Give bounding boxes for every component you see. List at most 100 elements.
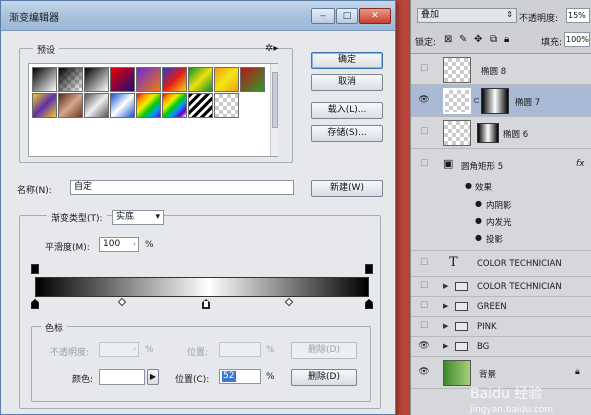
eye-icon[interactable]: 👁︎ xyxy=(415,95,433,105)
group-row[interactable]: 👁︎ ▶ BG xyxy=(411,337,591,357)
lock-all-icon[interactable]: 🔒︎ xyxy=(504,34,509,45)
expand-arrow-icon[interactable]: ▶ xyxy=(443,282,448,290)
folder-icon xyxy=(455,342,468,351)
group-row[interactable]: ☐ ▶ PINK xyxy=(411,317,591,337)
fx-icon[interactable]: fx xyxy=(576,159,585,169)
preset-swatch[interactable] xyxy=(162,67,187,92)
blend-mode-value: 叠加 xyxy=(421,10,440,20)
load-button[interactable]: 载入(L)... xyxy=(311,102,383,119)
minimize-icon[interactable]: ‒ xyxy=(311,8,335,24)
expand-arrow-icon[interactable]: ▶ xyxy=(443,302,448,310)
preset-swatch[interactable] xyxy=(136,67,161,92)
dialog-titlebar[interactable]: 渐变编辑器 ‒ □ ✕ xyxy=(1,1,395,31)
layer-row-with-effects[interactable]: ☐ ▣ 圆角矩形 5 fx ● 效果 ● 内阴影 ● 内发光 ● 投影 xyxy=(411,149,591,251)
eye-icon[interactable]: 👁︎ xyxy=(415,341,433,351)
eye-icon[interactable]: ● xyxy=(465,181,472,190)
link-icon: ⊂ xyxy=(473,96,480,105)
preset-swatch[interactable] xyxy=(32,67,57,92)
visibility-toggle[interactable]: ☐ xyxy=(415,127,433,137)
preset-swatch[interactable] xyxy=(84,67,109,92)
preset-swatch[interactable] xyxy=(136,93,161,118)
layer-name: BG xyxy=(477,342,490,352)
layer-row[interactable]: ☐ 椭圆 6 xyxy=(411,117,591,149)
fill-input[interactable]: 100% xyxy=(564,32,590,47)
preset-swatch[interactable] xyxy=(58,67,83,92)
expand-arrow-icon[interactable]: ▶ xyxy=(443,342,448,350)
preset-swatch[interactable] xyxy=(110,93,135,118)
stepper-arrow-icon[interactable]: › xyxy=(133,239,136,250)
preset-swatch[interactable] xyxy=(188,67,213,92)
eye-icon[interactable]: ● xyxy=(475,216,482,225)
smoothness-unit: % xyxy=(145,240,154,250)
preset-swatch[interactable] xyxy=(214,93,239,118)
location-c-input[interactable]: 52 xyxy=(219,369,261,384)
layer-thumbnail xyxy=(443,88,471,114)
delete-button-disabled[interactable]: 删除(D) xyxy=(291,342,357,359)
visibility-toggle[interactable]: ☐ xyxy=(415,321,433,331)
layers-panel: 叠加 ⇕ 不透明度: 15% 锁定: ⊠ ✎ ✥ ⧉ 🔒︎ 填充: 100% ☐… xyxy=(410,0,591,415)
preset-swatch[interactable] xyxy=(240,67,265,92)
location-input-disabled[interactable] xyxy=(219,342,261,357)
layer-name: PINK xyxy=(477,322,497,332)
opacity-stop-right[interactable] xyxy=(365,264,373,274)
folder-icon xyxy=(455,322,468,331)
watermark-url: jingyan.baidu.com xyxy=(470,405,554,415)
ok-button[interactable]: 确定 xyxy=(311,52,383,69)
color-label: 颜色: xyxy=(72,375,94,385)
dialog-title: 渐变编辑器 xyxy=(9,13,59,24)
location-c-label: 位置(C): xyxy=(175,375,210,385)
group-row[interactable]: ☐ ▶ COLOR TECHNICIAN xyxy=(411,277,591,297)
layer-row[interactable]: ☐ T COLOR TECHNICIAN xyxy=(411,251,591,277)
color-menu-arrow-icon[interactable]: ▶ xyxy=(147,369,159,385)
layer-row-selected[interactable]: 👁︎ ⊂ 椭圆 7 xyxy=(411,85,591,117)
layers-panel-options: 叠加 ⇕ 不透明度: 15% 锁定: ⊠ ✎ ✥ ⧉ 🔒︎ 填充: 100% xyxy=(411,0,591,54)
lock-move-icon[interactable]: ✥ xyxy=(474,34,482,45)
preset-swatch[interactable] xyxy=(214,67,239,92)
opacity-input[interactable]: › xyxy=(99,342,139,357)
opacity-unit: % xyxy=(145,345,154,355)
name-input[interactable]: 自定 xyxy=(70,180,294,195)
delete-button[interactable]: 删除(D) xyxy=(291,369,357,386)
folder-icon xyxy=(455,302,468,311)
presets-scrollbar[interactable] xyxy=(270,64,278,156)
smoothness-input[interactable]: 100 › xyxy=(99,237,139,252)
preset-swatch[interactable] xyxy=(110,67,135,92)
eye-icon[interactable]: ● xyxy=(475,199,482,208)
lock-transparency-icon[interactable]: ⊠ xyxy=(444,34,452,45)
lock-brush-icon[interactable]: ✎ xyxy=(459,34,467,45)
preset-swatch[interactable] xyxy=(84,93,109,118)
group-row[interactable]: ☐ ▶ GREEN xyxy=(411,297,591,317)
preset-swatch[interactable] xyxy=(32,93,57,118)
location-label: 位置: xyxy=(187,348,209,358)
opacity-stop-left[interactable] xyxy=(31,264,39,274)
layer-row[interactable]: ☐ 椭圆 8 xyxy=(411,55,591,85)
blend-mode-select[interactable]: 叠加 ⇕ xyxy=(417,8,517,23)
preset-swatch[interactable] xyxy=(188,93,213,118)
gradient-preview-bar[interactable] xyxy=(35,277,369,297)
gradient-type-select[interactable]: 实底 ▾ xyxy=(112,210,164,225)
visibility-toggle[interactable]: ☐ xyxy=(415,258,433,268)
visibility-toggle[interactable]: ☐ xyxy=(415,301,433,311)
eye-icon[interactable]: 👁︎ xyxy=(415,367,433,377)
preset-swatch[interactable] xyxy=(58,93,83,118)
cancel-button[interactable]: 取消 xyxy=(311,74,383,91)
visibility-toggle[interactable]: ☐ xyxy=(415,159,433,169)
preset-swatch[interactable] xyxy=(162,93,187,118)
visibility-toggle[interactable]: ☐ xyxy=(415,64,433,74)
layer-mask-thumbnail[interactable] xyxy=(481,88,509,114)
lock-artboard-icon[interactable]: ⧉ xyxy=(490,34,497,45)
effect-name: 内发光 xyxy=(486,218,512,228)
expand-arrow-icon[interactable]: ▶ xyxy=(443,322,448,330)
maximize-icon[interactable]: □ xyxy=(336,8,358,24)
location-c-value: 52 xyxy=(222,371,236,382)
layer-opacity-input[interactable]: 15% xyxy=(566,8,590,23)
gear-icon[interactable]: ✲▸ xyxy=(265,43,278,54)
eye-icon[interactable]: ● xyxy=(475,233,482,242)
layer-mask-thumbnail[interactable] xyxy=(477,123,499,143)
visibility-toggle[interactable]: ☐ xyxy=(415,281,433,291)
close-icon[interactable]: ✕ xyxy=(359,8,391,24)
color-swatch[interactable] xyxy=(99,369,145,385)
baidu-watermark: Baidu 经验 jingyan.baidu.com xyxy=(470,383,553,415)
new-button[interactable]: 新建(W) xyxy=(311,180,383,197)
save-button[interactable]: 存储(S)... xyxy=(311,125,383,142)
